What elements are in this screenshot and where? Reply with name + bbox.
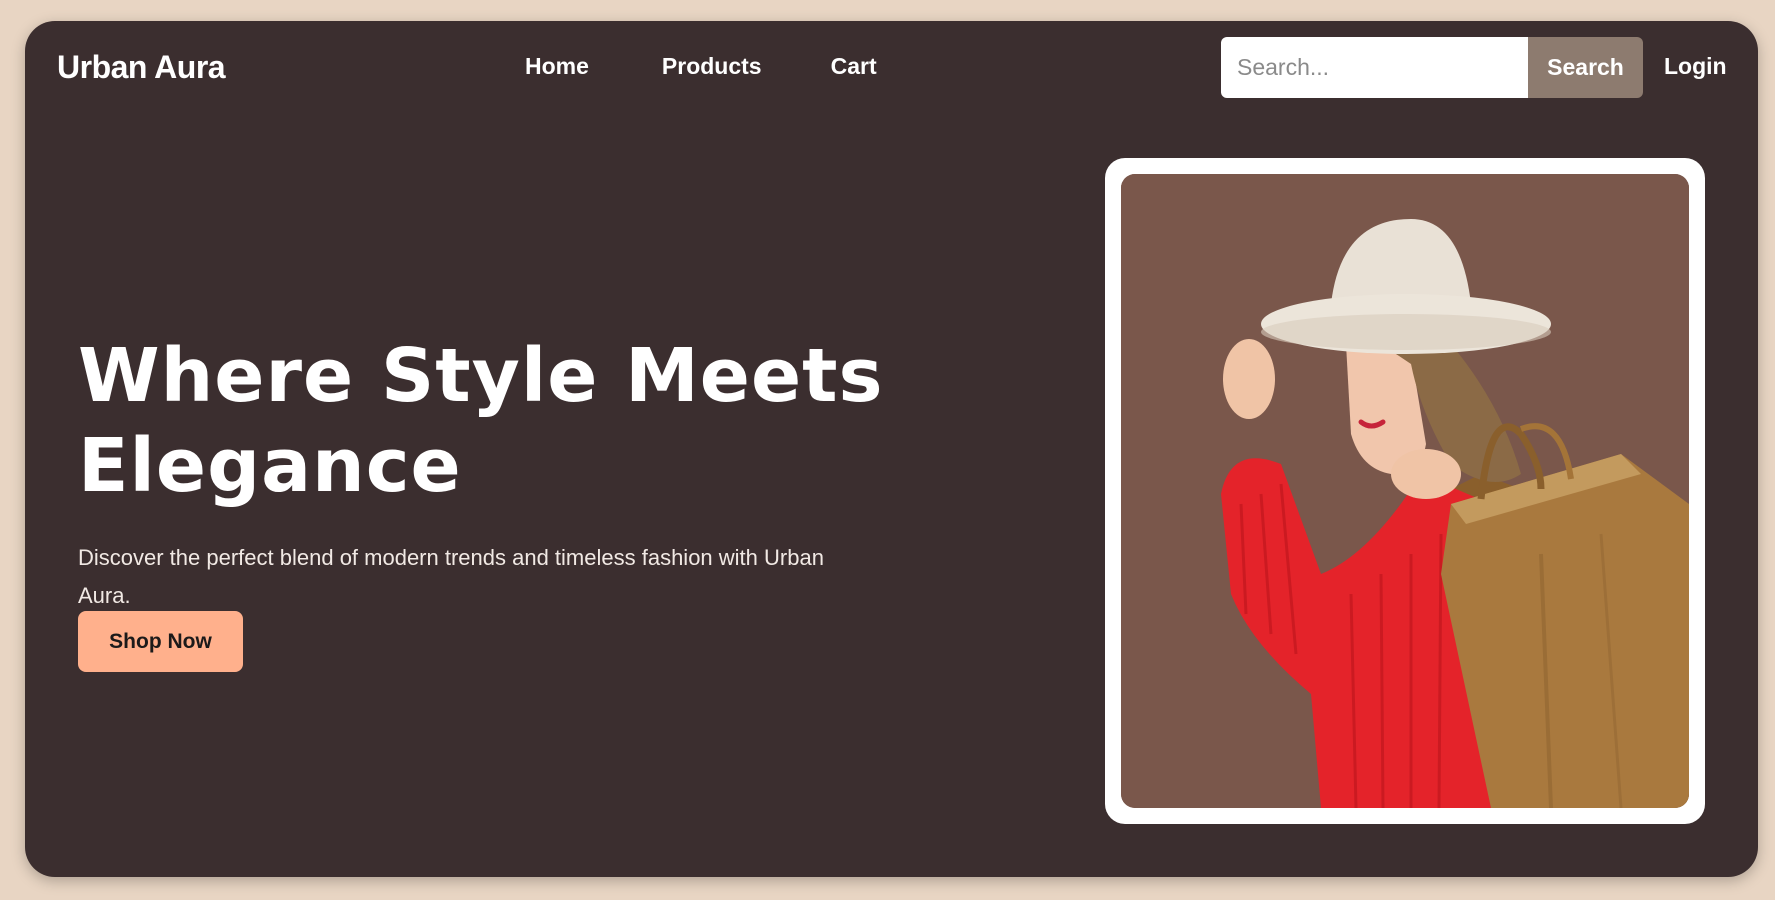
woman-shopping-illustration xyxy=(1121,174,1689,808)
nav-products-link[interactable]: Products xyxy=(662,53,762,80)
search-button[interactable]: Search xyxy=(1528,37,1643,98)
login-link[interactable]: Login xyxy=(1664,53,1727,80)
hero-subtitle: Discover the perfect blend of modern tre… xyxy=(78,545,824,608)
nav-cart-link[interactable]: Cart xyxy=(831,53,877,80)
main-nav: Home Products Cart xyxy=(525,53,877,80)
shop-now-button[interactable]: Shop Now xyxy=(78,611,243,672)
hero-image xyxy=(1121,174,1689,808)
hero-title: Where Style Meets Elegance xyxy=(78,333,884,509)
page: Urban Aura Home Products Cart Search Log… xyxy=(0,0,1775,900)
nav-home-link[interactable]: Home xyxy=(525,53,589,80)
search-bar: Search xyxy=(1221,37,1643,98)
brand-logo[interactable]: Urban Aura xyxy=(57,49,226,86)
hero-frame: Urban Aura Home Products Cart Search Log… xyxy=(25,21,1758,877)
search-input[interactable] xyxy=(1221,37,1528,98)
hero-image-card xyxy=(1105,158,1705,824)
